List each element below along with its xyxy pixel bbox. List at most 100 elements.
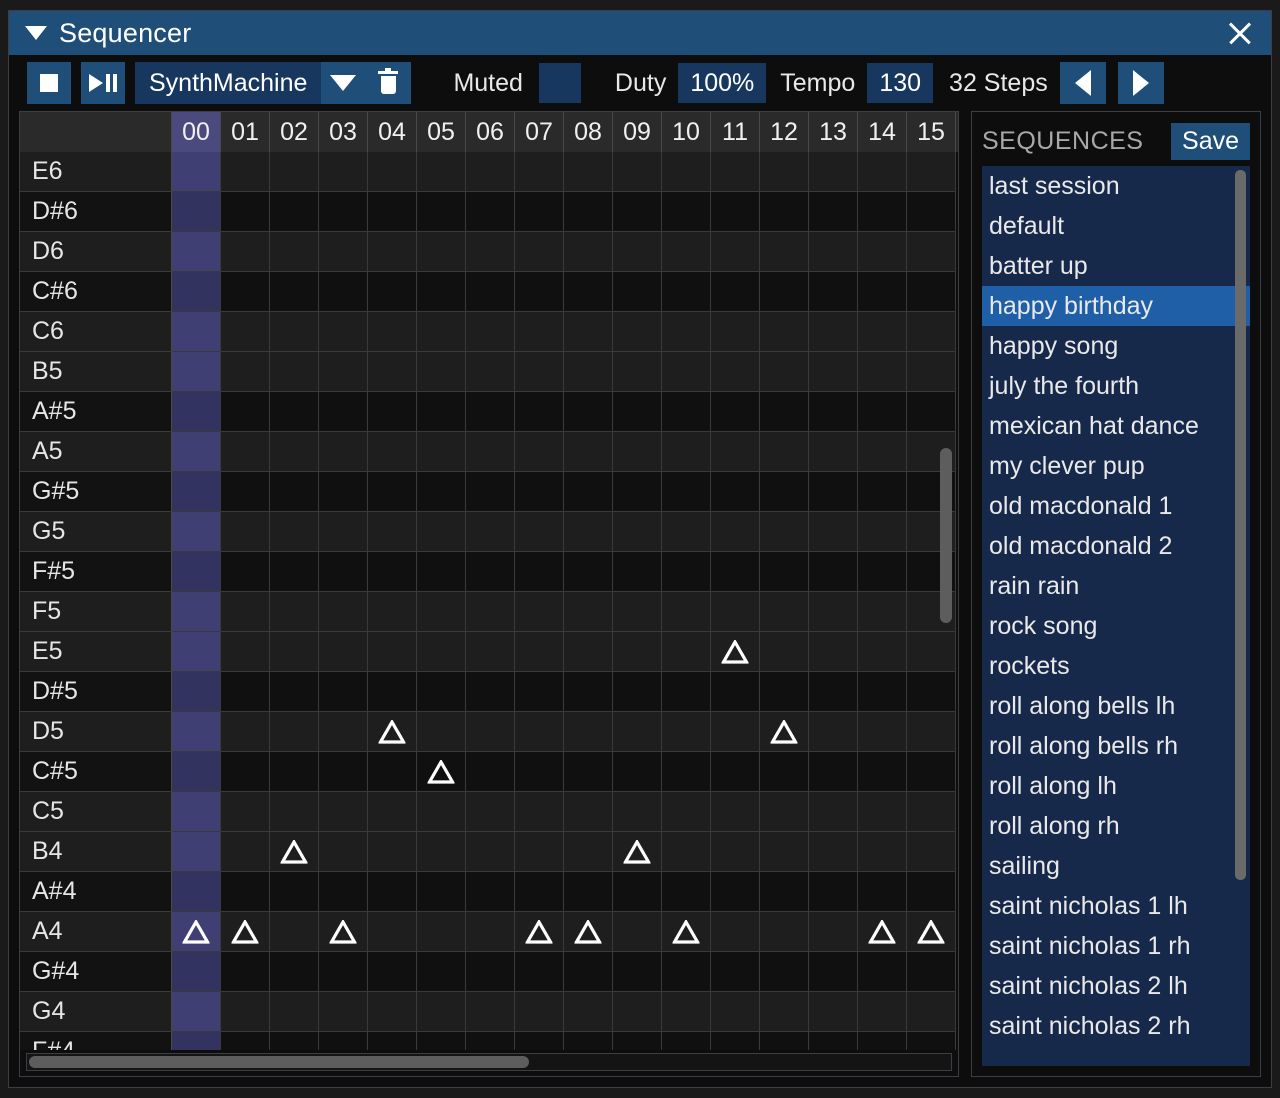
grid-cell-E6-00[interactable] bbox=[172, 152, 221, 192]
list-item[interactable]: roll along rh bbox=[982, 806, 1250, 846]
grid-cell-E6-07[interactable] bbox=[515, 152, 564, 192]
grid-cell-G#5-02[interactable] bbox=[270, 472, 319, 512]
note-label-A#5[interactable]: A#5 bbox=[20, 392, 172, 432]
grid-cell-D#5-11[interactable] bbox=[711, 672, 760, 712]
list-item[interactable]: mexican hat dance bbox=[982, 406, 1250, 446]
grid-cell-C#6-05[interactable] bbox=[417, 272, 466, 312]
grid-cell-D5-13[interactable] bbox=[809, 712, 858, 752]
grid-cell-E6-12[interactable] bbox=[760, 152, 809, 192]
list-item[interactable]: rockets bbox=[982, 646, 1250, 686]
grid-cell-G#4-00[interactable] bbox=[172, 952, 221, 992]
grid-cell-D6-08[interactable] bbox=[564, 232, 613, 272]
grid-cell-C5-11[interactable] bbox=[711, 792, 760, 832]
grid-cell-C#5-14[interactable] bbox=[858, 752, 907, 792]
grid-cell-A4-00[interactable] bbox=[172, 912, 221, 952]
grid-cell-D5-03[interactable] bbox=[319, 712, 368, 752]
grid-cell-F#4-01[interactable] bbox=[221, 1032, 270, 1050]
grid-cell-A#4-03[interactable] bbox=[319, 872, 368, 912]
grid-cell-D#5-03[interactable] bbox=[319, 672, 368, 712]
grid-cell-A4-11[interactable] bbox=[711, 912, 760, 952]
grid-cell-G#4-03[interactable] bbox=[319, 952, 368, 992]
grid-cell-A4-04[interactable] bbox=[368, 912, 417, 952]
note-label-A5[interactable]: A5 bbox=[20, 432, 172, 472]
note-label-G4[interactable]: G4 bbox=[20, 992, 172, 1032]
grid-cell-G#5-01[interactable] bbox=[221, 472, 270, 512]
grid-cell-G#5-07[interactable] bbox=[515, 472, 564, 512]
grid-cell-E5-13[interactable] bbox=[809, 632, 858, 672]
grid-cell-D6-00[interactable] bbox=[172, 232, 221, 272]
grid-cell-D#5-10[interactable] bbox=[662, 672, 711, 712]
grid-cell-F#4-03[interactable] bbox=[319, 1032, 368, 1050]
list-item[interactable]: roll along bells lh bbox=[982, 686, 1250, 726]
grid-cell-A4-05[interactable] bbox=[417, 912, 466, 952]
list-item[interactable]: batter up bbox=[982, 246, 1250, 286]
step-header-09[interactable]: 09 bbox=[613, 112, 662, 152]
list-item[interactable]: default bbox=[982, 206, 1250, 246]
grid-cell-D#5-09[interactable] bbox=[613, 672, 662, 712]
grid-cell-A5-05[interactable] bbox=[417, 432, 466, 472]
grid-cell-A5-13[interactable] bbox=[809, 432, 858, 472]
grid-cell-D5-06[interactable] bbox=[466, 712, 515, 752]
grid-cell-C#6-13[interactable] bbox=[809, 272, 858, 312]
grid-cell-G5-00[interactable] bbox=[172, 512, 221, 552]
grid-cell-C5-08[interactable] bbox=[564, 792, 613, 832]
grid-cell-A5-02[interactable] bbox=[270, 432, 319, 472]
note-label-F5[interactable]: F5 bbox=[20, 592, 172, 632]
grid-cell-F#4-08[interactable] bbox=[564, 1032, 613, 1050]
grid-cell-C6-05[interactable] bbox=[417, 312, 466, 352]
next-steps-button[interactable] bbox=[1118, 62, 1164, 104]
grid-cell-A#4-04[interactable] bbox=[368, 872, 417, 912]
grid-cell-G4-10[interactable] bbox=[662, 992, 711, 1032]
grid-cell-D#5-12[interactable] bbox=[760, 672, 809, 712]
grid-cell-E6-10[interactable] bbox=[662, 152, 711, 192]
grid-cell-D#6-11[interactable] bbox=[711, 192, 760, 232]
list-item[interactable]: sailing bbox=[982, 846, 1250, 886]
grid-cell-G#5-00[interactable] bbox=[172, 472, 221, 512]
close-icon[interactable] bbox=[1223, 16, 1257, 50]
sequences-vertical-scrollbar-thumb[interactable] bbox=[1235, 170, 1246, 880]
grid-cell-E5-11[interactable] bbox=[711, 632, 760, 672]
note-label-E5[interactable]: E5 bbox=[20, 632, 172, 672]
grid-cell-G#4-04[interactable] bbox=[368, 952, 417, 992]
grid-cell-B5-08[interactable] bbox=[564, 352, 613, 392]
grid-cell-G#5-13[interactable] bbox=[809, 472, 858, 512]
grid-cell-C#5-00[interactable] bbox=[172, 752, 221, 792]
grid-cell-F#5-07[interactable] bbox=[515, 552, 564, 592]
grid-cell-E5-09[interactable] bbox=[613, 632, 662, 672]
grid-cell-C6-11[interactable] bbox=[711, 312, 760, 352]
grid-cell-C5-12[interactable] bbox=[760, 792, 809, 832]
grid-cell-E6-06[interactable] bbox=[466, 152, 515, 192]
grid-cell-B4-04[interactable] bbox=[368, 832, 417, 872]
list-item[interactable]: rock song bbox=[982, 606, 1250, 646]
grid-cell-G5-07[interactable] bbox=[515, 512, 564, 552]
grid-cell-C6-08[interactable] bbox=[564, 312, 613, 352]
grid-cell-B5-12[interactable] bbox=[760, 352, 809, 392]
grid-cell-G#4-05[interactable] bbox=[417, 952, 466, 992]
grid-cell-A5-06[interactable] bbox=[466, 432, 515, 472]
grid-cell-G4-13[interactable] bbox=[809, 992, 858, 1032]
note-label-C#6[interactable]: C#6 bbox=[20, 272, 172, 312]
list-item[interactable]: saint nicholas 1 rh bbox=[982, 926, 1250, 966]
grid-cell-C#6-14[interactable] bbox=[858, 272, 907, 312]
grid-cell-F5-10[interactable] bbox=[662, 592, 711, 632]
stop-button[interactable] bbox=[27, 62, 71, 104]
grid-cell-D5-09[interactable] bbox=[613, 712, 662, 752]
grid-cell-F#4-04[interactable] bbox=[368, 1032, 417, 1050]
step-header-02[interactable]: 02 bbox=[270, 112, 319, 152]
grid-cell-A#4-08[interactable] bbox=[564, 872, 613, 912]
grid-cell-C6-13[interactable] bbox=[809, 312, 858, 352]
grid-cell-A#4-07[interactable] bbox=[515, 872, 564, 912]
grid-cell-A#5-00[interactable] bbox=[172, 392, 221, 432]
grid-cell-D#6-06[interactable] bbox=[466, 192, 515, 232]
grid-cell-B4-12[interactable] bbox=[760, 832, 809, 872]
prev-steps-button[interactable] bbox=[1060, 62, 1106, 104]
grid-cell-A#4-00[interactable] bbox=[172, 872, 221, 912]
grid-cell-A5-03[interactable] bbox=[319, 432, 368, 472]
grid-cell-F5-04[interactable] bbox=[368, 592, 417, 632]
grid-cell-F#4-05[interactable] bbox=[417, 1032, 466, 1050]
grid-cell-D#6-01[interactable] bbox=[221, 192, 270, 232]
step-header-11[interactable]: 11 bbox=[711, 112, 760, 152]
grid-cell-A#5-12[interactable] bbox=[760, 392, 809, 432]
grid-cell-G4-02[interactable] bbox=[270, 992, 319, 1032]
grid-cell-G#5-06[interactable] bbox=[466, 472, 515, 512]
